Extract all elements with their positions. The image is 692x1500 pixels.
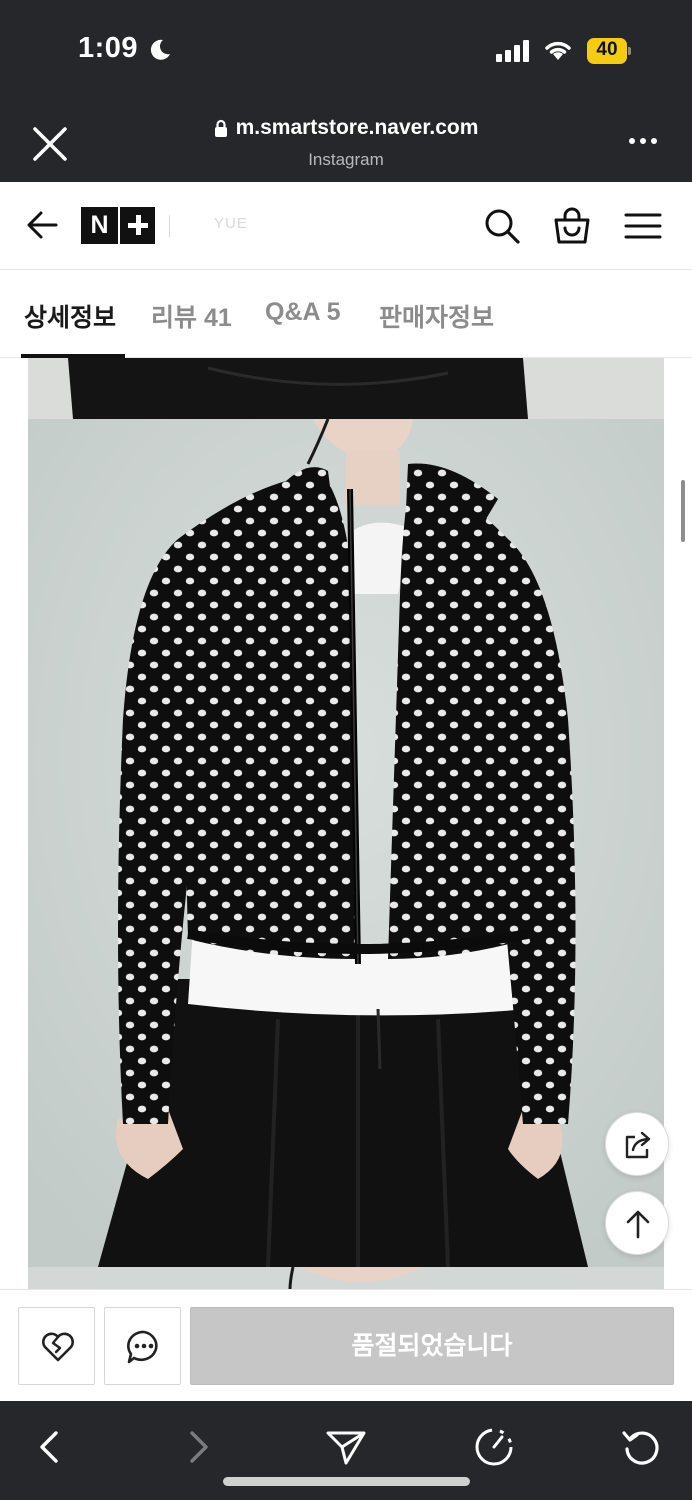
cellular-signal-icon: [496, 40, 532, 62]
tab-seller-info[interactable]: 판매자정보: [379, 298, 494, 334]
shopping-bag-icon[interactable]: [552, 206, 592, 246]
tab-reviews[interactable]: 리뷰 41: [151, 298, 232, 334]
chat-icon: [127, 1330, 158, 1364]
speed-icon[interactable]: [472, 1425, 516, 1469]
menu-icon[interactable]: [623, 206, 663, 246]
product-image-next: [28, 1267, 664, 1289]
share-icon: [625, 1131, 651, 1159]
heart-icon: [42, 1332, 74, 1362]
back-arrow-icon[interactable]: [26, 208, 60, 242]
page-scrollbar[interactable]: [681, 480, 685, 542]
back-icon[interactable]: [28, 1425, 72, 1469]
product-image-previous: [28, 358, 664, 419]
share-button[interactable]: [605, 1112, 669, 1176]
like-button[interactable]: [18, 1307, 95, 1385]
scroll-top-button[interactable]: [605, 1191, 669, 1255]
lock-icon: [214, 119, 227, 137]
store-header: N YUE: [0, 182, 692, 270]
arrow-up-icon: [626, 1210, 650, 1239]
url-text: m.smartstore.naver.com: [235, 116, 479, 139]
naver-plus-logo[interactable]: N: [81, 207, 155, 244]
store-name[interactable]: YUE: [214, 215, 248, 232]
soldout-button[interactable]: 품절되었습니다: [190, 1307, 674, 1385]
tab-qna[interactable]: Q&A 5: [265, 298, 340, 327]
search-icon[interactable]: [482, 206, 522, 246]
address-field[interactable]: m.smartstore.naver.com Instagram: [0, 116, 692, 170]
forward-icon[interactable]: [176, 1425, 220, 1469]
refresh-icon[interactable]: [620, 1425, 664, 1469]
home-indicator[interactable]: [223, 1477, 470, 1486]
more-icon[interactable]: [628, 136, 658, 146]
wifi-icon: [545, 41, 571, 60]
chat-button[interactable]: [104, 1307, 181, 1385]
tab-details[interactable]: 상세정보: [24, 298, 116, 334]
battery-icon: 40: [587, 38, 631, 64]
url-source: Instagram: [308, 150, 384, 169]
status-bar: 1:09 40: [0, 0, 692, 102]
product-image: [28, 419, 664, 1267]
purchase-bar: 품절되었습니다: [0, 1289, 692, 1401]
browser-url-bar: m.smartstore.naver.com Instagram: [0, 102, 692, 182]
detail-tabs: 상세정보 리뷰 41 Q&A 5 판매자정보: [0, 270, 692, 358]
status-time: 1:09: [78, 32, 139, 64]
send-icon[interactable]: [324, 1425, 368, 1469]
header-divider: [169, 215, 170, 237]
battery-level: 40: [596, 39, 618, 60]
moon-icon: [150, 39, 170, 60]
